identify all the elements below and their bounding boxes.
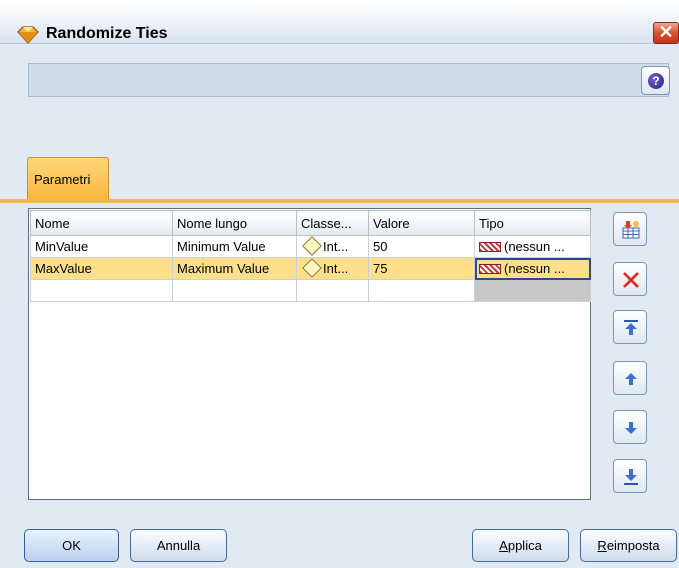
- apply-mnemonic: A: [499, 538, 508, 553]
- cell-empty[interactable]: [30, 279, 173, 302]
- cell-name[interactable]: MinValue: [30, 235, 173, 258]
- cell-class[interactable]: Int...: [296, 257, 369, 280]
- cancel-button[interactable]: Annulla: [130, 529, 227, 562]
- cell-type[interactable]: (nessun ...: [474, 235, 591, 258]
- node-diamond-icon: [17, 26, 39, 44]
- title-bar[interactable]: Randomize Ties ✕: [0, 0, 679, 44]
- tab-underline: [0, 199, 679, 203]
- add-parameter-icon: [622, 221, 640, 239]
- cell-empty[interactable]: [296, 279, 369, 302]
- column-header-nome-lungo[interactable]: Nome lungo: [172, 210, 297, 236]
- move-to-top-icon: [624, 320, 638, 335]
- cell-empty[interactable]: [368, 279, 475, 302]
- column-header-valore[interactable]: Valore: [368, 210, 475, 236]
- cell-name[interactable]: MaxValue: [30, 257, 173, 280]
- type-stripe-icon: [479, 264, 501, 274]
- cell-long-name[interactable]: Maximum Value: [172, 257, 297, 280]
- close-icon: ✕: [658, 22, 674, 42]
- move-up-button[interactable]: [613, 361, 647, 395]
- integer-class-icon: [302, 236, 322, 256]
- tab-label: Parametri: [34, 172, 91, 187]
- move-down-icon: [625, 422, 637, 434]
- cell-type-label: (nessun ...: [504, 261, 565, 276]
- integer-class-icon: [302, 258, 322, 278]
- apply-label-rest: pplica: [507, 538, 542, 553]
- reset-label-rest: eimposta: [606, 538, 660, 553]
- move-to-bottom-icon: [624, 469, 638, 485]
- cell-value[interactable]: 50: [368, 235, 475, 258]
- column-header-nome[interactable]: Nome: [30, 210, 173, 236]
- close-button[interactable]: ✕: [653, 22, 679, 44]
- cell-empty-disabled: [474, 279, 591, 302]
- reset-button[interactable]: Reimposta: [580, 529, 677, 562]
- move-down-button[interactable]: [613, 410, 647, 444]
- table-row-empty[interactable]: [30, 279, 591, 302]
- column-header-tipo[interactable]: Tipo: [474, 210, 591, 236]
- help-button[interactable]: ?: [641, 66, 670, 95]
- help-icon: ?: [648, 73, 664, 89]
- move-to-bottom-button[interactable]: [613, 459, 647, 493]
- ok-button[interactable]: OK: [24, 529, 119, 562]
- cell-type[interactable]: (nessun ...: [474, 257, 591, 280]
- parameters-panel: Nome Nome lungo Classe... Valore Tipo Mi…: [28, 208, 591, 500]
- delete-icon: [623, 272, 639, 288]
- delete-parameter-button[interactable]: [613, 262, 647, 296]
- tab-parametri[interactable]: Parametri: [27, 157, 109, 200]
- cell-class-label: Int...: [323, 261, 349, 276]
- cell-class-label: Int...: [323, 239, 349, 254]
- parameters-table: Nome Nome lungo Classe... Valore Tipo Mi…: [30, 210, 591, 302]
- table-row[interactable]: MinValue Minimum Value Int... 50 (nessun…: [30, 235, 591, 258]
- move-up-icon: [625, 373, 637, 385]
- info-band: [28, 63, 669, 97]
- cell-long-name[interactable]: Minimum Value: [172, 235, 297, 258]
- dialog-window: Randomize Ties ✕ ? Parametri Nome Nome l…: [0, 0, 679, 568]
- table-header-row: Nome Nome lungo Classe... Valore Tipo: [30, 210, 591, 236]
- window-title: Randomize Ties: [46, 25, 168, 42]
- cell-value[interactable]: 75: [368, 257, 475, 280]
- table-row[interactable]: MaxValue Maximum Value Int... 75 (nessun…: [30, 257, 591, 280]
- cell-empty[interactable]: [172, 279, 297, 302]
- reset-mnemonic: R: [597, 538, 607, 553]
- move-to-top-button[interactable]: [613, 310, 647, 344]
- apply-button[interactable]: Applica: [472, 529, 569, 562]
- cell-type-label: (nessun ...: [504, 239, 565, 254]
- column-header-classe[interactable]: Classe...: [296, 210, 369, 236]
- add-parameter-button[interactable]: [613, 212, 647, 246]
- cell-class[interactable]: Int...: [296, 235, 369, 258]
- type-stripe-icon: [479, 242, 501, 252]
